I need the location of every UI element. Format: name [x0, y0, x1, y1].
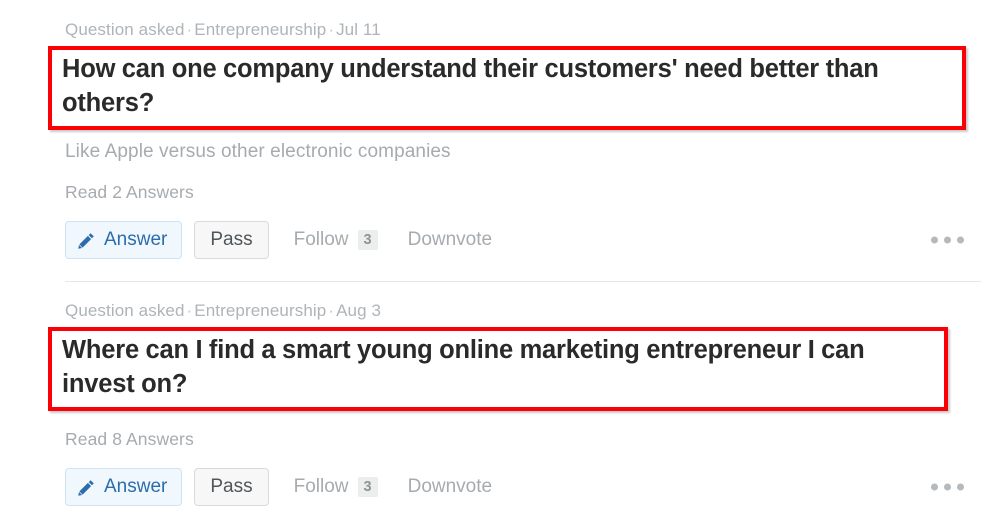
- pencil-icon: [78, 232, 95, 249]
- pass-button-label: Pass: [210, 229, 253, 250]
- follow-button-label: Follow: [293, 476, 349, 497]
- meta-separator: ·: [328, 301, 335, 320]
- follow-button[interactable]: Follow 3: [285, 221, 387, 259]
- story-meta-date: Jul 11: [336, 20, 381, 39]
- story-meta-date: Aug 3: [336, 301, 382, 320]
- answer-button[interactable]: Answer: [65, 468, 183, 506]
- answer-button-label: Answer: [104, 476, 168, 497]
- story-actions: Answer Pass Follow 3 Downvote: [65, 467, 981, 507]
- read-answers-link[interactable]: Read 8 Answers: [65, 428, 194, 450]
- meta-separator: ·: [328, 20, 335, 39]
- answer-button[interactable]: Answer: [65, 221, 183, 259]
- question-title-highlight: Where can I find a smart young online ma…: [48, 327, 948, 411]
- question-title-highlight: How can one company understand their cus…: [48, 46, 966, 130]
- downvote-button-label: Downvote: [407, 476, 493, 497]
- pencil-icon: [78, 479, 95, 496]
- ellipsis-dot: [957, 236, 964, 244]
- story-meta-action: Question asked: [65, 301, 185, 320]
- follow-count-badge: 3: [357, 477, 378, 497]
- ellipsis-dot: [931, 483, 938, 491]
- ellipsis-dot: [957, 483, 964, 491]
- read-answers-link[interactable]: Read 2 Answers: [65, 181, 194, 203]
- follow-button[interactable]: Follow 3: [285, 468, 387, 506]
- story-meta-topic[interactable]: Entrepreneurship: [194, 301, 326, 320]
- follow-count-badge: 3: [357, 230, 378, 250]
- question-description: Like Apple versus other electronic compa…: [65, 141, 451, 162]
- feed-story: Question asked · Entrepreneurship · Jul 11 H…: [0, 0, 1001, 260]
- ellipsis-icon[interactable]: [927, 476, 968, 499]
- ellipsis-dot: [944, 236, 951, 244]
- story-meta-action: Question asked: [65, 20, 185, 39]
- story-meta: Question asked · Entrepreneurship · Aug 3: [65, 301, 981, 321]
- downvote-button[interactable]: Downvote: [399, 468, 502, 506]
- question-feed: Question asked · Entrepreneurship · Jul 11 H…: [0, 0, 1001, 515]
- downvote-button-label: Downvote: [407, 229, 493, 250]
- meta-separator: ·: [186, 301, 193, 320]
- ellipsis-icon[interactable]: [927, 229, 968, 252]
- question-title[interactable]: Where can I find a smart young online ma…: [62, 333, 936, 401]
- follow-button-label: Follow: [293, 229, 349, 250]
- downvote-button[interactable]: Downvote: [399, 221, 502, 259]
- ellipsis-dot: [931, 236, 938, 244]
- feed-story: Question asked · Entrepreneurship · Aug 3 Wh…: [0, 282, 1001, 507]
- pass-button-label: Pass: [210, 476, 253, 497]
- ellipsis-dot: [944, 483, 951, 491]
- answer-button-label: Answer: [104, 229, 168, 250]
- meta-separator: ·: [186, 20, 193, 39]
- story-actions: Answer Pass Follow 3 Downvote: [65, 220, 981, 260]
- question-title[interactable]: How can one company understand their cus…: [62, 52, 954, 120]
- pass-button[interactable]: Pass: [194, 468, 269, 506]
- pass-button[interactable]: Pass: [194, 221, 269, 259]
- story-meta-topic[interactable]: Entrepreneurship: [194, 20, 326, 39]
- story-meta: Question asked · Entrepreneurship · Jul 11: [65, 20, 981, 40]
